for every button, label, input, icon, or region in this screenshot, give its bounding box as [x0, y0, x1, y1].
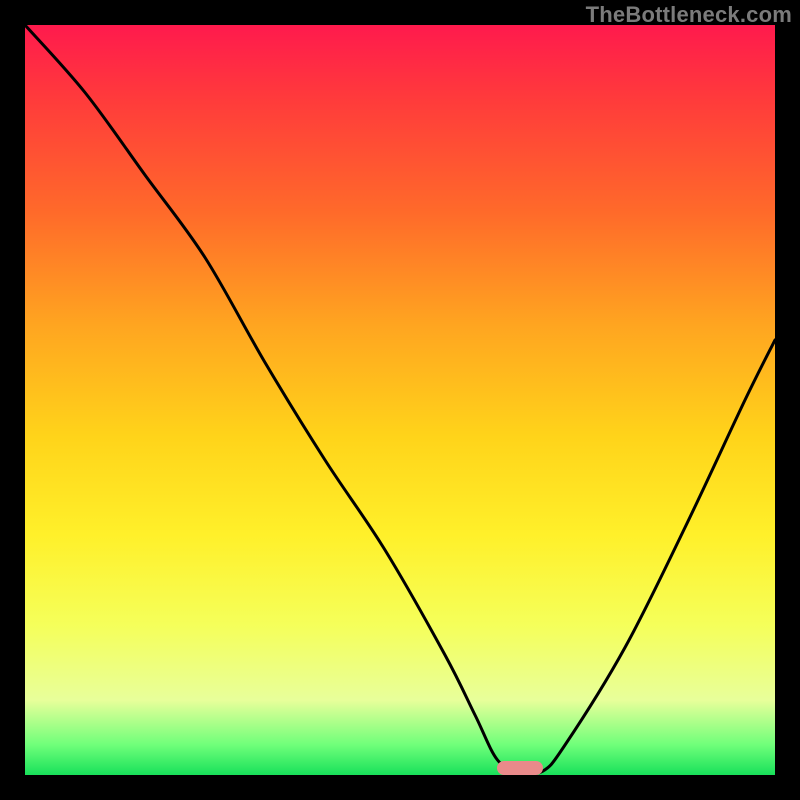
bottleneck-curve: [25, 25, 775, 775]
chart-frame: TheBottleneck.com: [0, 0, 800, 800]
optimal-marker: [497, 761, 543, 775]
plot-area: [25, 25, 775, 775]
watermark-text: TheBottleneck.com: [586, 2, 792, 28]
